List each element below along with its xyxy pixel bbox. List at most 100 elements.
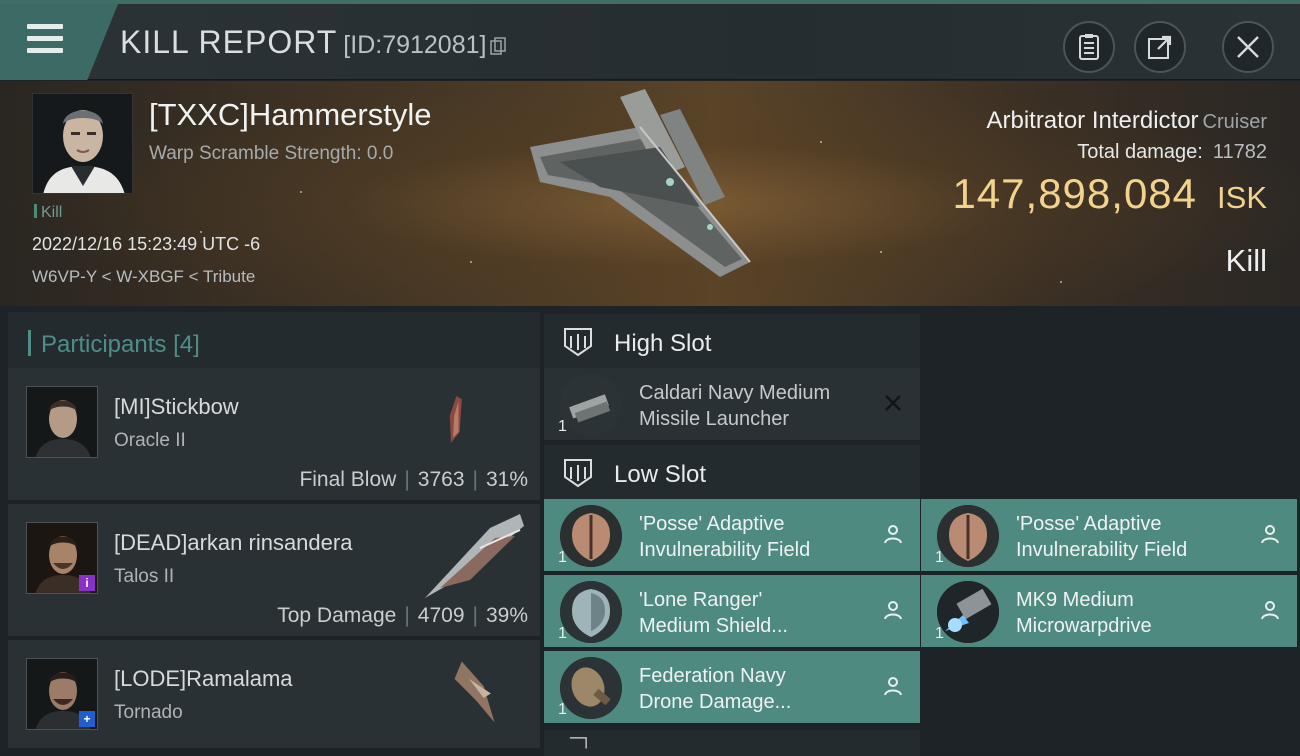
next-slot-header-partial xyxy=(544,730,920,756)
participant-avatar[interactable] xyxy=(26,386,98,458)
high-slot-header: High Slot xyxy=(544,314,920,368)
participant-name[interactable]: [MI]Stickbow xyxy=(114,394,239,420)
drone-damage-icon xyxy=(560,657,622,719)
module-name: 'Lone Ranger' Medium Shield... xyxy=(639,587,869,639)
dropped-person-icon xyxy=(1261,525,1279,544)
close-icon xyxy=(1237,36,1259,58)
participant-row[interactable]: + [LODE]Ramalama Tornado xyxy=(8,640,540,750)
module-card[interactable]: 1 'Lone Ranger' Medium Shield... xyxy=(544,575,920,647)
copy-id-icon[interactable] xyxy=(490,26,507,55)
kill-location[interactable]: W6VP-Y < W-XBGF < Tribute xyxy=(32,267,255,287)
module-name-line2: Microwarpdrive xyxy=(1016,615,1152,637)
low-slot-icon xyxy=(564,459,592,488)
module-name-line2: Missile Launcher xyxy=(639,408,790,430)
microwarpdrive-icon xyxy=(937,581,999,643)
kill-datetime: 2022/12/16 15:23:49 UTC -6 xyxy=(32,234,261,254)
module-name: Federation Navy Drone Damage... xyxy=(639,663,869,715)
slot-icon xyxy=(569,737,587,749)
participants-header: Participants [4] xyxy=(8,312,540,370)
module-name-line2: Medium Shield... xyxy=(639,615,788,637)
report-id: [ID:7912081] xyxy=(343,31,487,59)
participant-damage: 3763 xyxy=(417,468,465,491)
fitting-panel: High Slot 1 Caldari Navy Medium Missile L… xyxy=(540,306,1300,756)
participant-role: Final Blow xyxy=(299,468,397,491)
module-card[interactable]: 1 Caldari Navy Medium Missile Launcher xyxy=(544,368,920,440)
module-quantity: 1 xyxy=(558,549,567,566)
share-button[interactable] xyxy=(1134,21,1186,73)
participant-ship-image xyxy=(449,396,462,443)
participant-name[interactable]: [DEAD]arkan rinsandera xyxy=(114,530,352,556)
victim-ship-image xyxy=(530,89,751,277)
dropped-person-icon xyxy=(884,525,902,544)
participant-avatar[interactable]: i xyxy=(26,522,98,594)
participant-ship: Talos II xyxy=(114,566,175,587)
high-slot-icon xyxy=(564,328,592,357)
module-name: Caldari Navy Medium Missile Launcher xyxy=(639,380,869,432)
total-damage-value: 11782 xyxy=(1212,141,1267,163)
dropped-person-icon xyxy=(1261,601,1279,620)
dropped-person-icon xyxy=(884,677,902,696)
isk-value-line: 147,898,084 ISK xyxy=(952,170,1267,218)
shield-module-icon xyxy=(560,581,622,643)
missile-launcher-icon xyxy=(560,374,622,436)
participant-percent: 31% xyxy=(485,468,528,491)
participant-badge-purple: i xyxy=(79,575,95,591)
module-card[interactable]: 1 MK9 Medium Microwarpdrive xyxy=(921,575,1297,647)
invulnerability-field-icon xyxy=(560,505,622,567)
participants-panel: Participants [4] [MI]Stickbow Oracle II … xyxy=(0,306,540,750)
module-name: 'Posse' Adaptive Invulnerability Field xyxy=(1016,511,1246,563)
participants-title-bar xyxy=(28,330,31,356)
dropped-person-icon xyxy=(884,601,902,620)
victim-pilot-name[interactable]: [TXXC]Hammerstyle xyxy=(149,97,431,133)
participant-row[interactable]: [MI]Stickbow Oracle II Final Blow | 3763 | 3… xyxy=(8,368,540,502)
participant-role: Top Damage xyxy=(277,604,397,627)
participant-row[interactable]: i [DEAD]arkan rinsandera Talos II Top Da… xyxy=(8,504,540,638)
participant-ship-image xyxy=(454,661,495,723)
kill-tag-marker xyxy=(34,204,37,218)
module-name: MK9 Medium Microwarpdrive xyxy=(1016,587,1246,639)
victim-banner: [TXXC]Hammerstyle Warp Scramble Strength… xyxy=(0,81,1300,306)
isk-value: 147,898,084 xyxy=(952,170,1198,217)
share-icon xyxy=(1148,35,1172,59)
participant-avatar[interactable]: + xyxy=(26,658,98,730)
low-slot-title: Low Slot xyxy=(614,461,707,488)
module-name-line2: Drone Damage... xyxy=(639,691,792,713)
module-name-line1: MK9 Medium xyxy=(1016,589,1134,611)
participant-ship: Oracle II xyxy=(114,430,186,451)
participant-stats: Top Damage | 4709 | 39% xyxy=(277,604,528,627)
clipboard-icon xyxy=(1079,34,1099,60)
kill-tag: Kill xyxy=(34,204,62,222)
module-card[interactable]: 1 'Posse' Adaptive Invulnerability Field xyxy=(921,499,1297,571)
total-damage: Total damage: 11782 xyxy=(1077,141,1267,164)
low-slot-header: Low Slot xyxy=(544,445,920,499)
kill-tag-label: Kill xyxy=(41,204,63,221)
module-card[interactable]: 1 'Posse' Adaptive Invulnerability Field xyxy=(544,499,920,571)
participant-name[interactable]: [LODE]Ramalama xyxy=(114,666,293,692)
high-slot-title: High Slot xyxy=(614,330,712,357)
kill-result: Kill xyxy=(1225,243,1267,278)
page-title: KILL REPORT [ID:7912081] xyxy=(120,24,507,61)
module-name-line1: 'Posse' Adaptive xyxy=(1016,513,1162,535)
close-button[interactable] xyxy=(1222,21,1274,73)
participants-count: [4] xyxy=(173,331,200,358)
module-name-line2: Invulnerability Field xyxy=(1016,539,1188,561)
module-name-line2: Invulnerability Field xyxy=(639,539,811,561)
isk-unit: ISK xyxy=(1217,180,1267,215)
total-damage-label: Total damage: xyxy=(1077,141,1203,163)
victim-ship-name[interactable]: Arbitrator Interdictor xyxy=(986,107,1198,134)
module-quantity: 1 xyxy=(558,418,567,435)
participant-ship: Tornado xyxy=(114,702,183,723)
module-card[interactable]: 1 Federation Navy Drone Damage... xyxy=(544,651,920,723)
warp-scramble-strength: Warp Scramble Strength: 0.0 xyxy=(149,143,394,164)
module-quantity: 1 xyxy=(558,701,567,718)
participant-damage: 4709 xyxy=(417,604,465,627)
module-name-line1: 'Posse' Adaptive xyxy=(639,513,785,535)
participant-stats: Final Blow | 3763 | 31% xyxy=(299,468,528,491)
participants-title: Participants [4] xyxy=(28,330,200,359)
invulnerability-field-icon xyxy=(937,505,999,567)
module-quantity: 1 xyxy=(935,549,944,566)
clipboard-button[interactable] xyxy=(1063,21,1115,73)
victim-portrait[interactable] xyxy=(32,93,133,194)
page-title-text: KILL REPORT xyxy=(120,24,338,60)
module-quantity: 1 xyxy=(558,625,567,642)
